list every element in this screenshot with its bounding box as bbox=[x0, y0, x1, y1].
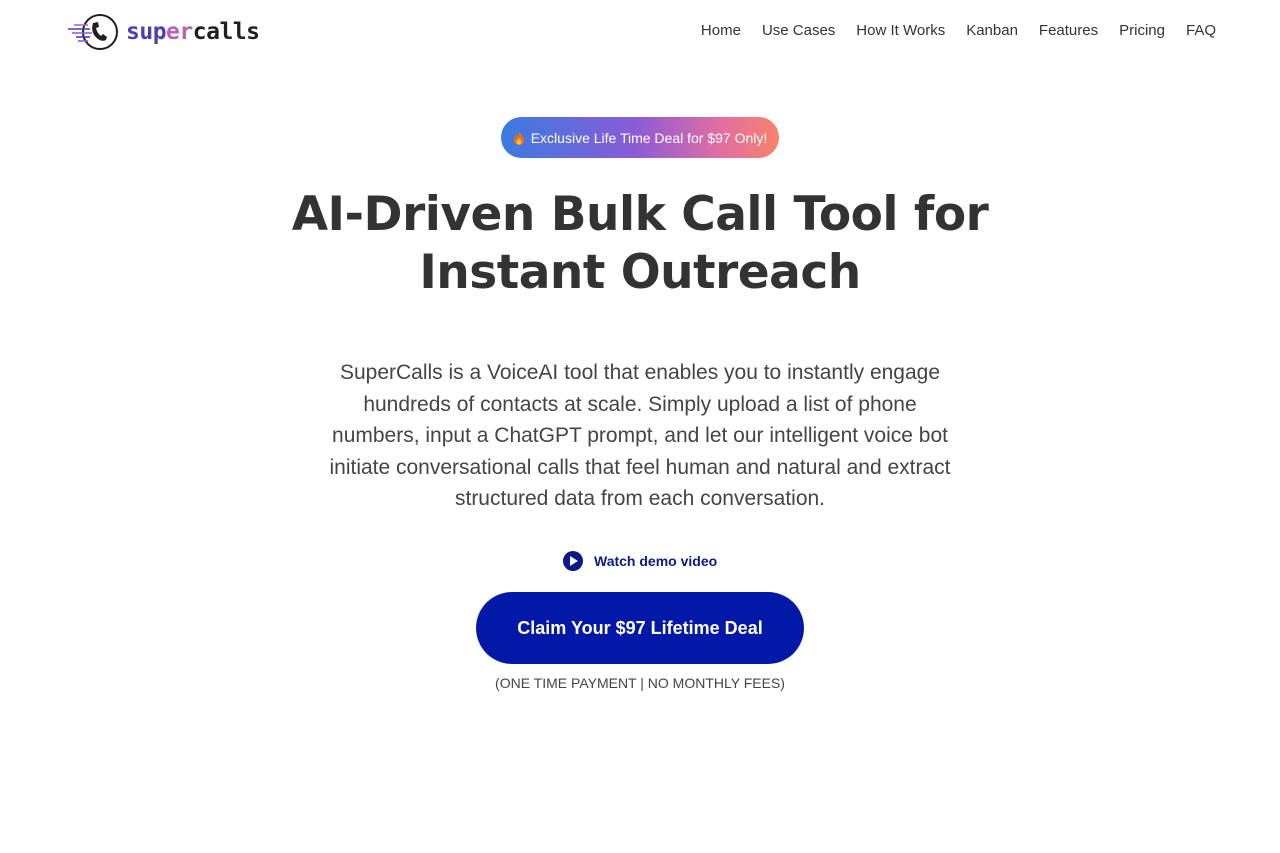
hero-title: AI-Driven Bulk Call Tool for Instant Out… bbox=[240, 186, 1040, 302]
hero-description: SuperCalls is a VoiceAI tool that enable… bbox=[329, 361, 951, 511]
watch-demo-label: Watch demo video bbox=[594, 553, 718, 569]
nav-how-it-works[interactable]: How It Works bbox=[856, 20, 945, 42]
nav-use-cases[interactable]: Use Cases bbox=[762, 20, 835, 42]
hero-title-line: Instant Outreach bbox=[419, 245, 861, 300]
play-circle-icon bbox=[563, 551, 583, 571]
payment-note: (ONE TIME PAYMENT | NO MONTHLY FEES) bbox=[495, 675, 785, 691]
logo-text-part: er bbox=[166, 19, 193, 45]
claim-deal-button[interactable]: Claim Your $97 Lifetime Deal bbox=[476, 592, 804, 664]
deal-badge: Exclusive Life Time Deal for $97 Only! bbox=[501, 117, 779, 158]
nav-faq[interactable]: FAQ bbox=[1186, 20, 1216, 42]
nav-pricing[interactable]: Pricing bbox=[1119, 20, 1165, 42]
nav-features[interactable]: Features bbox=[1039, 20, 1098, 42]
logo-text-part: sup bbox=[126, 19, 167, 45]
logo[interactable]: supercalls bbox=[68, 12, 260, 52]
watch-demo-link[interactable]: Watch demo video bbox=[563, 550, 717, 572]
nav-kanban[interactable]: Kanban bbox=[966, 20, 1018, 42]
fire-icon bbox=[513, 130, 525, 145]
logo-text-part: calls bbox=[192, 19, 260, 45]
logo-wordmark: supercalls bbox=[126, 19, 260, 45]
site-header: supercalls Home Use Cases How It Works K… bbox=[0, 0, 1280, 64]
hero-title-line: AI-Driven Bulk Call Tool for bbox=[291, 187, 989, 242]
main-nav: Home Use Cases How It Works Kanban Featu… bbox=[680, 20, 1216, 42]
phone-speed-icon bbox=[68, 14, 118, 50]
nav-home[interactable]: Home bbox=[701, 20, 741, 42]
deal-badge-text: Exclusive Life Time Deal for $97 Only! bbox=[530, 129, 768, 146]
